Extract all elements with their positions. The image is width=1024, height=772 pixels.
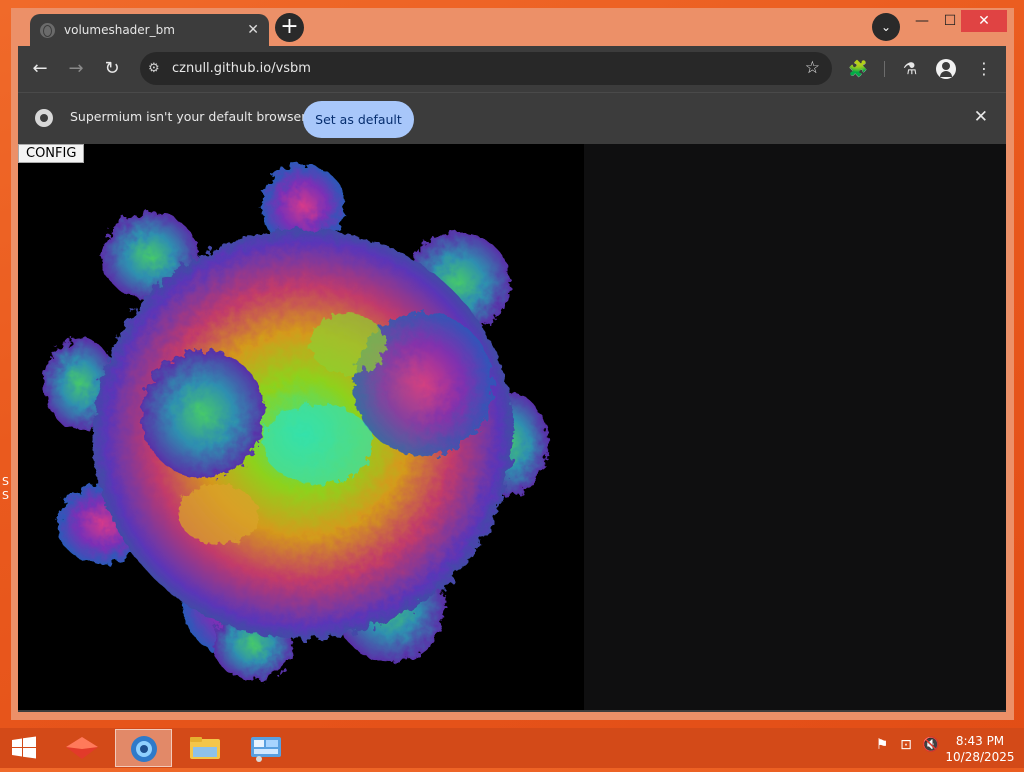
clock-time: 8:43 PM [955,734,1005,748]
network-icon[interactable]: ⊡ [898,737,914,755]
default-browser-infobar: Supermium isn't your default browser Set… [18,92,1006,144]
bookmark-star-icon[interactable]: ☆ [805,52,820,85]
infobar-message: Supermium isn't your default browser [70,109,307,124]
folder-icon [190,737,220,759]
address-url: cznull.github.io/vsbm [172,61,311,76]
taskbar: ⚑ ⊡ 🔇 8:43 PM 10/28/2025 [0,728,1024,768]
control-panel-icon [251,737,281,762]
taskbar-file-explorer[interactable] [176,729,233,767]
extensions-icon[interactable]: 🧩 [845,56,871,82]
volume-muted-icon[interactable]: 🔇 [922,737,939,755]
system-clock[interactable]: 8:43 PM 10/28/2025 [944,733,1016,765]
reload-button[interactable]: ↻ [99,56,125,82]
app-package-icon [66,737,98,759]
shader-canvas[interactable]: CONFIG [18,144,584,710]
desktop-label-fragment: S [2,475,9,488]
labs-flask-icon[interactable]: ⚗ [897,56,923,82]
menu-kebab-icon[interactable]: ⋮ [971,56,997,82]
tab-title: volumeshader_bm [64,23,175,37]
config-button[interactable]: CONFIG [18,144,85,163]
web-page: CONFIG [18,144,1006,710]
taskbar-app-store[interactable] [54,729,111,767]
tab-search-button[interactable]: ⌄ [872,13,900,41]
taskbar-browser[interactable] [115,729,172,767]
action-center-flag-icon[interactable]: ⚑ [874,737,890,755]
windows-logo-icon [12,736,36,759]
globe-icon [40,22,55,38]
infobar-close-icon[interactable]: ✕ [974,107,988,127]
browser-content-frame: ← → ↻ ⚙ cznull.github.io/vsbm ☆ 🧩 ⚗ ⋮ Su… [18,46,1006,712]
clock-date: 10/28/2025 [945,750,1015,764]
set-as-default-button[interactable]: Set as default [303,101,414,138]
browser-window: volumeshader_bm ✕ + ⌄ — ☐ ✕ ← → ↻ ⚙ cznu… [11,8,1014,720]
browser-toolbar: ← → ↻ ⚙ cznull.github.io/vsbm ☆ 🧩 ⚗ ⋮ [18,46,1006,92]
toolbar-divider [884,61,885,77]
taskbar-control-panel[interactable] [237,729,294,767]
fractal-render-image [44,164,548,680]
profile-avatar-icon[interactable] [936,59,956,79]
desktop-label-fragment: S [2,489,9,502]
start-button[interactable] [0,729,48,767]
tab-close-icon[interactable]: ✕ [247,22,259,38]
tab-volumeshader[interactable]: volumeshader_bm ✕ [30,14,269,46]
back-button[interactable]: ← [27,56,53,82]
minimize-button[interactable]: — [907,10,937,32]
tab-strip: volumeshader_bm ✕ + ⌄ — ☐ ✕ [11,8,1014,46]
close-window-button[interactable]: ✕ [961,10,1007,32]
new-tab-button[interactable]: + [275,13,304,42]
browser-app-icon [131,736,157,762]
forward-button[interactable]: → [63,56,89,82]
browser-logo-icon [35,109,53,127]
site-info-icon[interactable]: ⚙ [148,52,160,85]
address-bar[interactable]: ⚙ cznull.github.io/vsbm ☆ [140,52,832,85]
